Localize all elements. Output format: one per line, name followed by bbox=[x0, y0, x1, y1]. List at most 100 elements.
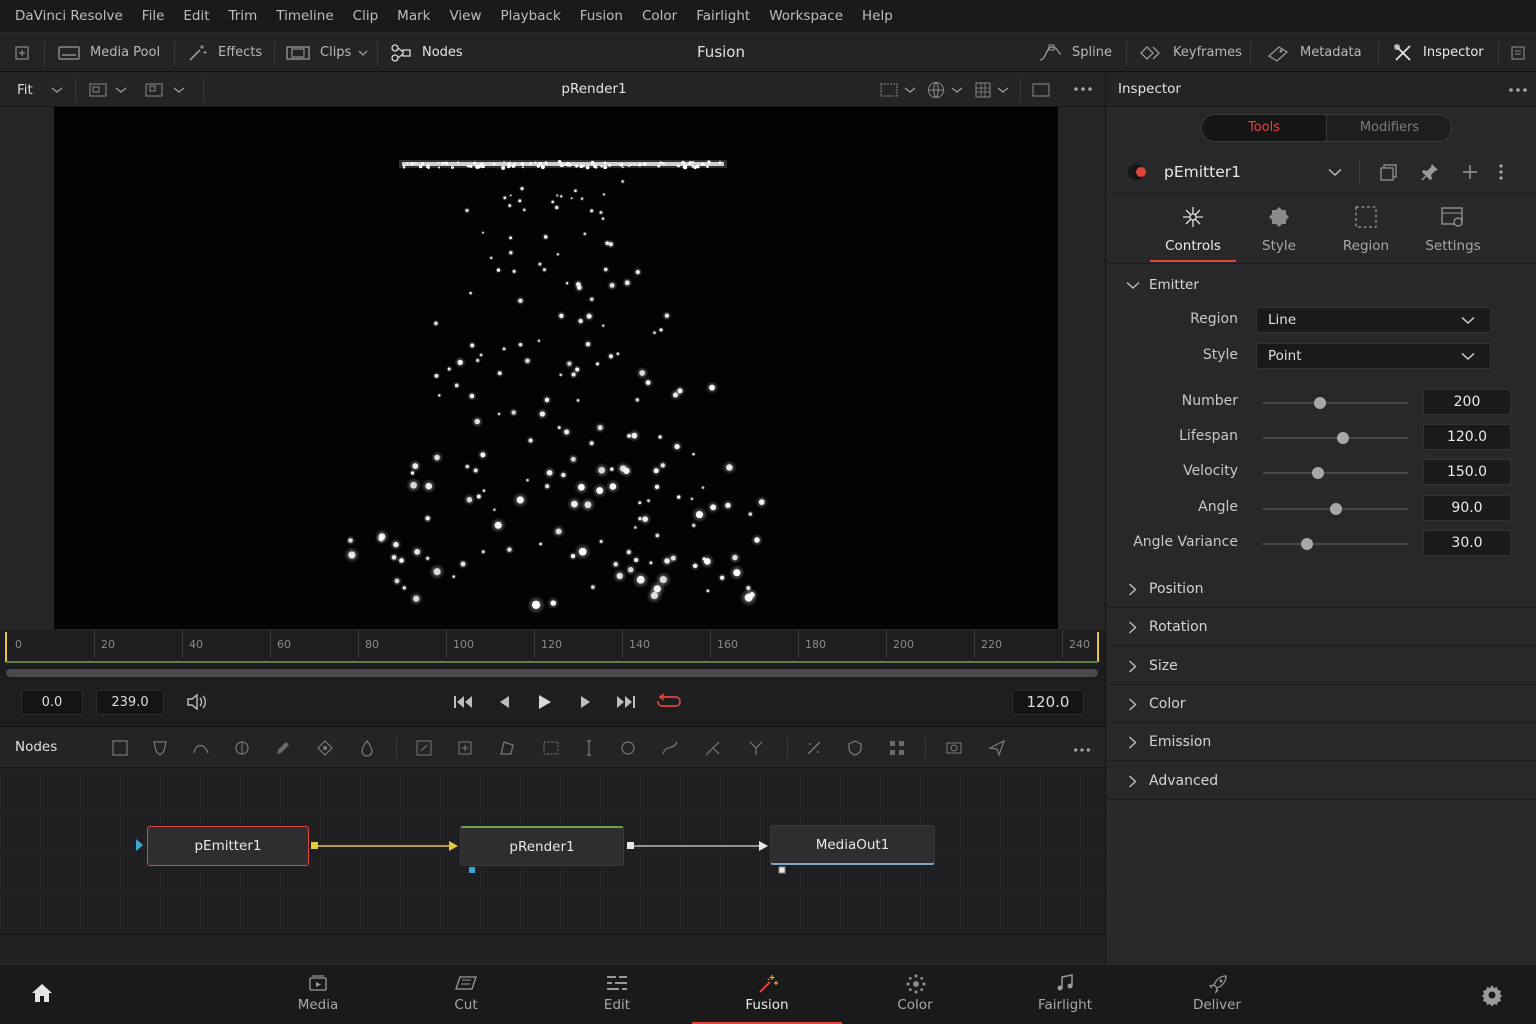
roi-button[interactable] bbox=[145, 82, 185, 98]
play-icon[interactable] bbox=[538, 694, 552, 714]
menu-davinci-resolve[interactable]: DaVinci Resolve bbox=[15, 8, 123, 24]
timeline-ruler[interactable]: 0 20 40 60 80 100 120 140 160 180 200 220 240 bbox=[0, 630, 1105, 666]
rectangle-tool-icon[interactable] bbox=[542, 739, 560, 757]
section-advanced[interactable]: Advanced bbox=[1106, 762, 1536, 800]
global-end-field[interactable]: 239.0 bbox=[96, 690, 164, 715]
paint-tool-icon[interactable] bbox=[274, 739, 292, 757]
metadata-button[interactable]: Metadata bbox=[1266, 33, 1362, 72]
param-number-slider[interactable] bbox=[1263, 397, 1408, 409]
zoom-select[interactable]: Fit bbox=[17, 72, 63, 107]
more-options-icon[interactable] bbox=[1073, 81, 1093, 101]
bezier-tool-icon[interactable] bbox=[192, 739, 210, 757]
tab-style[interactable]: Style bbox=[1236, 194, 1322, 264]
param-velocity-field[interactable]: 150.0 bbox=[1423, 459, 1511, 485]
node-graph[interactable]: pEmitter1 pRender1 MediaOut1 bbox=[0, 768, 1105, 934]
node-mediaout1[interactable]: MediaOut1 bbox=[770, 825, 935, 865]
menu-file[interactable]: File bbox=[142, 8, 165, 24]
emitter-tool-icon[interactable] bbox=[805, 739, 823, 757]
menu-workspace[interactable]: Workspace bbox=[769, 8, 843, 24]
nodes-button[interactable]: Nodes bbox=[390, 33, 463, 72]
node-pemitter1[interactable]: pEmitter1 bbox=[147, 826, 309, 866]
lut-button[interactable] bbox=[975, 82, 1009, 98]
pin-icon[interactable] bbox=[1421, 163, 1439, 181]
menu-playback[interactable]: Playback bbox=[501, 8, 561, 24]
inspector-button[interactable]: Inspector bbox=[1393, 33, 1484, 72]
send-tool-icon[interactable] bbox=[988, 739, 1006, 757]
blur-tool-icon[interactable] bbox=[358, 739, 376, 757]
section-position[interactable]: Position bbox=[1106, 570, 1536, 608]
crop-tool-icon[interactable] bbox=[456, 739, 474, 757]
panel-menu-icon[interactable] bbox=[1511, 33, 1535, 72]
keyframes-button[interactable]: Keyframes bbox=[1139, 33, 1242, 72]
menu-fusion[interactable]: Fusion bbox=[580, 8, 623, 24]
spline-button[interactable]: Spline bbox=[1038, 33, 1112, 72]
media-pool-button[interactable]: Media Pool bbox=[58, 33, 160, 72]
tab-settings[interactable]: Settings bbox=[1410, 194, 1496, 264]
page-media[interactable]: Media bbox=[243, 965, 393, 1024]
particle-tool-icon[interactable] bbox=[316, 739, 334, 757]
render-3d-tool-icon[interactable] bbox=[945, 739, 963, 757]
safe-frame-button[interactable] bbox=[880, 82, 916, 98]
style-select[interactable]: Point bbox=[1256, 343, 1491, 369]
param-angle-field[interactable]: 90.0 bbox=[1423, 495, 1511, 521]
chevron-down-icon[interactable] bbox=[1328, 168, 1342, 177]
node-prender1[interactable]: pRender1 bbox=[460, 826, 624, 866]
param-lifespan-field[interactable]: 120.0 bbox=[1423, 424, 1511, 450]
copy-icon[interactable] bbox=[1380, 164, 1398, 181]
inspector-more-icon[interactable] bbox=[1508, 82, 1528, 98]
timeline-scrollbar[interactable] bbox=[6, 669, 1098, 677]
section-color[interactable]: Color bbox=[1106, 685, 1536, 723]
merge-tool-icon[interactable] bbox=[233, 739, 251, 757]
fullscreen-icon[interactable] bbox=[1032, 83, 1050, 101]
param-number-field[interactable]: 200 bbox=[1423, 389, 1511, 415]
playhead-out-marker[interactable] bbox=[1097, 632, 1099, 662]
add-icon[interactable] bbox=[1462, 164, 1478, 180]
tab-modifiers[interactable]: Modifiers bbox=[1327, 115, 1451, 141]
text-tool-icon[interactable] bbox=[580, 739, 598, 757]
tab-controls[interactable]: Controls bbox=[1150, 194, 1236, 264]
param-angle-slider[interactable] bbox=[1263, 503, 1408, 515]
loop-icon[interactable] bbox=[656, 693, 682, 715]
page-cut[interactable]: Cut bbox=[391, 965, 541, 1024]
section-emission[interactable]: Emission bbox=[1106, 723, 1536, 761]
tool-enable-toggle[interactable] bbox=[1128, 164, 1146, 180]
param-lifespan-slider[interactable] bbox=[1263, 432, 1408, 444]
section-emitter-header[interactable]: Emitter bbox=[1106, 272, 1536, 302]
current-time-field[interactable]: 120.0 bbox=[1012, 690, 1084, 715]
param-number-knob[interactable] bbox=[1313, 397, 1326, 409]
page-deliver[interactable]: Deliver bbox=[1142, 965, 1292, 1024]
menu-help[interactable]: Help bbox=[862, 8, 893, 24]
global-start-field[interactable]: 0.0 bbox=[21, 690, 83, 715]
audio-icon[interactable] bbox=[186, 693, 208, 715]
tool-more-icon[interactable] bbox=[1498, 164, 1504, 180]
param-velocity-slider[interactable] bbox=[1263, 467, 1408, 479]
param-lifespan-knob[interactable] bbox=[1336, 432, 1349, 444]
shield-tool-icon[interactable] bbox=[846, 739, 864, 757]
menu-view[interactable]: View bbox=[449, 8, 481, 24]
param-angle-knob[interactable] bbox=[1329, 503, 1342, 515]
menu-clip[interactable]: Clip bbox=[353, 8, 379, 24]
home-icon[interactable] bbox=[31, 983, 53, 1003]
background-tool-icon[interactable] bbox=[111, 739, 129, 757]
step-back-icon[interactable] bbox=[498, 695, 510, 713]
menu-edit[interactable]: Edit bbox=[183, 8, 209, 24]
ellipse-tool-icon[interactable] bbox=[619, 739, 637, 757]
step-forward-icon[interactable] bbox=[580, 695, 592, 713]
tab-tools[interactable]: Tools bbox=[1202, 115, 1327, 141]
menu-trim[interactable]: Trim bbox=[229, 8, 258, 24]
section-size[interactable]: Size bbox=[1106, 647, 1536, 685]
skip-to-end-icon[interactable] bbox=[616, 694, 636, 714]
spline-tool-icon[interactable] bbox=[661, 739, 679, 757]
param-angle-variance-knob[interactable] bbox=[1300, 538, 1313, 550]
view-options-button[interactable] bbox=[89, 82, 127, 98]
effects-button[interactable]: Effects bbox=[188, 33, 262, 72]
playhead-in-marker[interactable] bbox=[5, 632, 7, 662]
viewer-canvas[interactable] bbox=[54, 107, 1058, 629]
page-edit[interactable]: Edit bbox=[542, 965, 692, 1024]
tab-region[interactable]: Region bbox=[1323, 194, 1409, 264]
skip-to-start-icon[interactable] bbox=[453, 694, 473, 714]
menu-color[interactable]: Color bbox=[642, 8, 677, 24]
param-velocity-knob[interactable] bbox=[1312, 467, 1325, 479]
menu-mark[interactable]: Mark bbox=[397, 8, 430, 24]
color-channel-button[interactable] bbox=[927, 81, 963, 99]
